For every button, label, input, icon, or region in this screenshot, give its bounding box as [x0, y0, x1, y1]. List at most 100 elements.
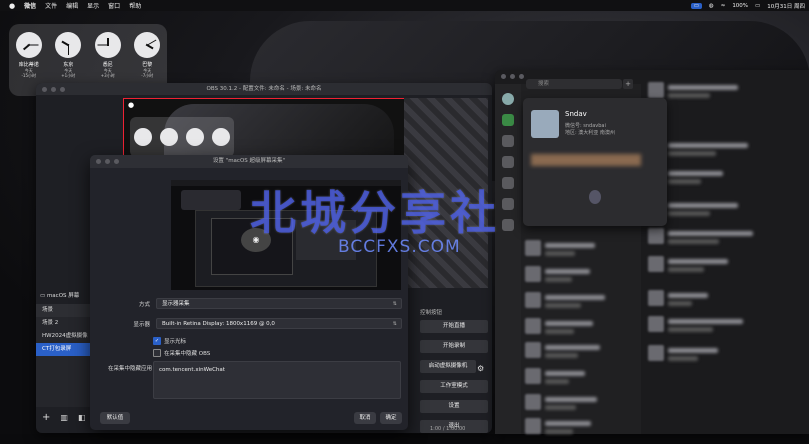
- wechat-window-controls: [501, 74, 524, 79]
- zoom-window-button[interactable]: [60, 87, 65, 92]
- method-select[interactable]: 显示器采集 ⇅: [156, 298, 402, 309]
- add-chat-button[interactable]: +: [623, 79, 633, 89]
- hide-apps-item[interactable]: com.tencent.xinWeChat: [159, 367, 225, 373]
- chat-list-item[interactable]: [525, 342, 604, 360]
- settings-button[interactable]: 设置: [420, 400, 488, 413]
- display-select[interactable]: Built-in Retina Display: 1800x1169 @ 0,0…: [156, 318, 402, 329]
- studio-mode-button[interactable]: 工作室模式: [420, 380, 488, 393]
- chat-list-item[interactable]: [525, 318, 597, 336]
- search-input[interactable]: 搜索: [526, 79, 622, 89]
- hide-apps-list[interactable]: com.tencent.xinWeChat: [153, 361, 401, 399]
- preview-clock-widget: [130, 117, 234, 157]
- chat-icon[interactable]: [502, 114, 514, 126]
- apple-menu-icon[interactable]: ●: [9, 2, 15, 10]
- clock-face-icon: [55, 32, 82, 58]
- moments-icon[interactable]: [502, 198, 514, 210]
- close-window-button[interactable]: [42, 87, 47, 92]
- obs-title-bar[interactable]: OBS 30.1.2 - 配置文件: 未命名 - 场景: 未命名: [36, 83, 492, 95]
- chat-list-item[interactable]: [648, 256, 732, 274]
- apple-logo-icon: ●: [128, 101, 135, 109]
- menu-app[interactable]: 微信: [24, 1, 36, 10]
- chat-list-item[interactable]: [525, 292, 609, 310]
- chat-list-item[interactable]: [648, 345, 722, 363]
- zoom-dialog-button[interactable]: [114, 159, 119, 164]
- zoom-wechat-button[interactable]: [519, 74, 524, 79]
- battery-percent: 100%: [732, 2, 749, 9]
- menu-file[interactable]: 文件: [45, 1, 57, 10]
- chevron-updown-icon: ⇅: [392, 301, 397, 307]
- avatar[interactable]: [502, 93, 514, 105]
- add-scene-icon[interactable]: +: [42, 412, 50, 423]
- ok-button[interactable]: 确定: [380, 412, 402, 424]
- chat-list-item[interactable]: [525, 394, 601, 412]
- clock-city: 库比蒂诺: [18, 62, 39, 68]
- dialog-title-bar[interactable]: 设置 "macOS 超级屏幕采集": [90, 155, 408, 168]
- wifi-icon[interactable]: ≈: [721, 3, 726, 9]
- minimize-dialog-button[interactable]: [105, 159, 110, 164]
- favorites-icon[interactable]: [502, 156, 514, 168]
- chat-list-item[interactable]: [525, 240, 599, 258]
- contacts-icon[interactable]: [502, 135, 514, 147]
- world-clock: 巴黎 今天 -7小时: [130, 32, 164, 78]
- defaults-button[interactable]: 默认值: [100, 412, 130, 424]
- monitor-icon: ▭: [40, 293, 46, 299]
- cancel-button[interactable]: 取消: [354, 412, 376, 424]
- miniprogram-icon[interactable]: [502, 219, 514, 231]
- checkbox-unchecked-icon[interactable]: [153, 349, 161, 357]
- close-dialog-button[interactable]: [96, 159, 101, 164]
- clock-face-icon: [15, 32, 42, 58]
- chat-list-item[interactable]: [648, 290, 712, 308]
- display-label: 显示器: [133, 321, 150, 328]
- hide-apps-label: 在采集中隐藏应用: [107, 366, 152, 372]
- dialog-preview: ◉: [171, 180, 401, 290]
- obs-title: OBS 30.1.2 - 配置文件: 未命名 - 场景: 未命名: [206, 86, 322, 92]
- menu-window[interactable]: 窗口: [108, 1, 120, 10]
- date-time[interactable]: 10月31日 周四: [767, 2, 805, 10]
- clock-face-icon: [134, 32, 161, 58]
- clock-offset: -15小时: [21, 73, 37, 78]
- chat-list-item[interactable]: [648, 228, 757, 246]
- chat-list-item[interactable]: [525, 266, 594, 284]
- menu-help[interactable]: 帮助: [129, 1, 141, 10]
- minimize-window-button[interactable]: [51, 87, 56, 92]
- minimize-wechat-button[interactable]: [510, 74, 515, 79]
- chevron-updown-icon: ⇅: [392, 321, 397, 327]
- chat-list-item[interactable]: [525, 368, 589, 386]
- menu-view[interactable]: 显示: [87, 1, 99, 10]
- clock-city: 巴黎: [142, 62, 153, 68]
- screen-share-icon[interactable]: ▭: [690, 2, 702, 9]
- clock-offset: -7小时: [141, 73, 154, 78]
- chat-list-item[interactable]: [648, 316, 747, 334]
- world-clock: 悉尼 今天 +3小时: [91, 32, 125, 78]
- chat-list-item[interactable]: [525, 418, 595, 436]
- menu-edit[interactable]: 编辑: [66, 1, 78, 10]
- profile-card: Sndav 微信号: sndavbai 地区: 澳大利亚 南澳州: [523, 98, 667, 226]
- filter-icon[interactable]: ◧: [78, 413, 86, 422]
- gear-icon[interactable]: ⚙: [477, 364, 484, 373]
- start-virtual-camera-button[interactable]: 启动虚拟摄像机: [420, 360, 476, 373]
- controls-header: 控制按钮: [420, 310, 443, 316]
- clock-city: 东京: [63, 62, 74, 68]
- profile-name: Sndav: [565, 110, 587, 118]
- message-icon[interactable]: [589, 190, 601, 204]
- files-icon[interactable]: [502, 177, 514, 189]
- display-value: Built-in Retina Display: 1800x1169 @ 0,0: [162, 321, 275, 327]
- start-recording-button[interactable]: 开始录制: [420, 340, 488, 353]
- show-cursor-checkbox[interactable]: ✓ 显示光标: [153, 337, 186, 345]
- delete-scene-icon[interactable]: ▥: [60, 413, 68, 422]
- profile-wechat-id: 微信号: sndavbai: [565, 123, 606, 129]
- hide-obs-checkbox[interactable]: 在采集中隐藏 OBS: [153, 349, 210, 357]
- method-row: 方式 显示器采集 ⇅: [100, 298, 402, 309]
- wechat-status-icon[interactable]: ◍: [709, 3, 714, 9]
- hide-obs-label: 在采集中隐藏 OBS: [164, 351, 211, 357]
- start-streaming-button[interactable]: 开始直播: [420, 320, 488, 333]
- show-cursor-label: 显示光标: [164, 339, 187, 345]
- clock-face-icon: [94, 32, 121, 58]
- profile-avatar: [531, 110, 559, 138]
- profile-photos: [531, 154, 641, 166]
- checkbox-checked-icon[interactable]: ✓: [153, 337, 161, 345]
- window-controls: [42, 87, 65, 92]
- battery-icon[interactable]: ▭: [755, 3, 760, 9]
- close-wechat-button[interactable]: [501, 74, 506, 79]
- method-label: 方式: [138, 301, 150, 308]
